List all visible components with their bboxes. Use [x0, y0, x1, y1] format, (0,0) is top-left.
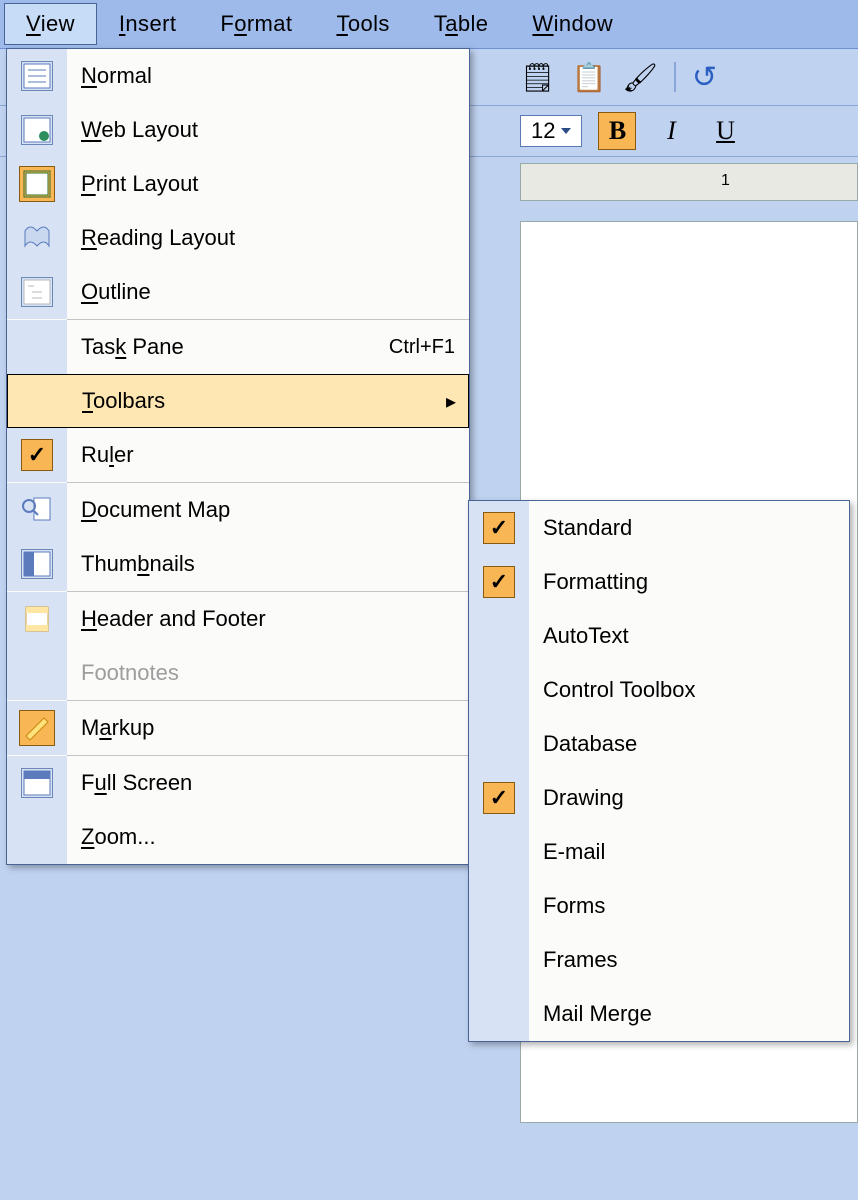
menu-format[interactable]: Format — [198, 3, 314, 45]
view-zoom[interactable]: Zoom... — [7, 810, 469, 864]
normal-icon — [21, 61, 53, 91]
toolbar-email[interactable]: E-mail — [469, 825, 849, 879]
clipboard-icon[interactable]: 🗒 — [520, 61, 556, 94]
ruler-check-icon — [21, 439, 53, 471]
task-pane-shortcut: Ctrl+F1 — [389, 336, 469, 359]
menu-insert[interactable]: Insert — [97, 3, 198, 45]
dropdown-icon — [561, 128, 571, 134]
view-outline[interactable]: Outline — [7, 265, 469, 319]
view-normal[interactable]: Normal — [7, 49, 469, 103]
toolbars-submenu: Standard Formatting AutoText Control Too… — [468, 500, 850, 1042]
toolbar-frames[interactable]: Frames — [469, 933, 849, 987]
toolbar-forms[interactable]: Forms — [469, 879, 849, 933]
toolbar-database[interactable]: Database — [469, 717, 849, 771]
full-screen-icon — [21, 768, 53, 798]
undo-icon[interactable]: ↻ — [692, 60, 717, 95]
toolbar-standard[interactable]: Standard — [469, 501, 849, 555]
format-painter-icon[interactable]: 🖌 — [622, 61, 658, 94]
toolbar-formatting[interactable]: Formatting — [469, 555, 849, 609]
view-full-screen[interactable]: Full Screen — [7, 756, 469, 810]
ruler — [520, 163, 858, 201]
view-ruler[interactable]: Ruler — [7, 428, 469, 482]
italic-button[interactable]: I — [652, 112, 690, 150]
print-layout-icon — [19, 166, 55, 202]
menu-tools[interactable]: Tools — [314, 3, 411, 45]
view-task-pane[interactable]: Task Pane Ctrl+F1 — [7, 320, 469, 374]
view-web-layout[interactable]: Web Layout — [7, 103, 469, 157]
check-icon — [483, 512, 515, 544]
bold-button[interactable]: B — [598, 112, 636, 150]
toolbar-drawing[interactable]: Drawing — [469, 771, 849, 825]
paste-icon[interactable]: 📋 — [572, 61, 607, 94]
menu-view[interactable]: View — [4, 3, 97, 45]
view-document-map[interactable]: Document Map — [7, 483, 469, 537]
underline-button[interactable]: U — [706, 112, 744, 150]
view-menu: Normal Web Layout Print Layout Reading L… — [6, 48, 470, 865]
thumbnails-icon — [21, 549, 53, 579]
view-reading-layout[interactable]: Reading Layout — [7, 211, 469, 265]
markup-icon — [19, 710, 55, 746]
menu-window[interactable]: Window — [510, 3, 635, 45]
view-footnotes: Footnotes — [7, 646, 469, 700]
toolbar-control-toolbox[interactable]: Control Toolbox — [469, 663, 849, 717]
view-thumbnails[interactable]: Thumbnails — [7, 537, 469, 591]
view-markup[interactable]: Markup — [7, 701, 469, 755]
toolbar-autotext[interactable]: AutoText — [469, 609, 849, 663]
view-header-footer[interactable]: Header and Footer — [7, 592, 469, 646]
reading-layout-icon — [22, 224, 52, 252]
header-footer-icon — [22, 605, 52, 633]
toolbar-mail-merge[interactable]: Mail Merge — [469, 987, 849, 1041]
check-icon — [483, 566, 515, 598]
font-size-value: 12 — [531, 118, 555, 144]
check-icon — [483, 782, 515, 814]
menubar: View Insert Format Tools Table Window — [0, 0, 858, 49]
font-size-dropdown[interactable]: 12 — [520, 115, 582, 147]
document-map-icon — [22, 496, 52, 524]
outline-icon — [21, 277, 53, 307]
menu-table[interactable]: Table — [412, 3, 511, 45]
web-layout-icon — [21, 115, 53, 145]
view-toolbars[interactable]: Toolbars — [7, 374, 469, 428]
view-print-layout[interactable]: Print Layout — [7, 157, 469, 211]
